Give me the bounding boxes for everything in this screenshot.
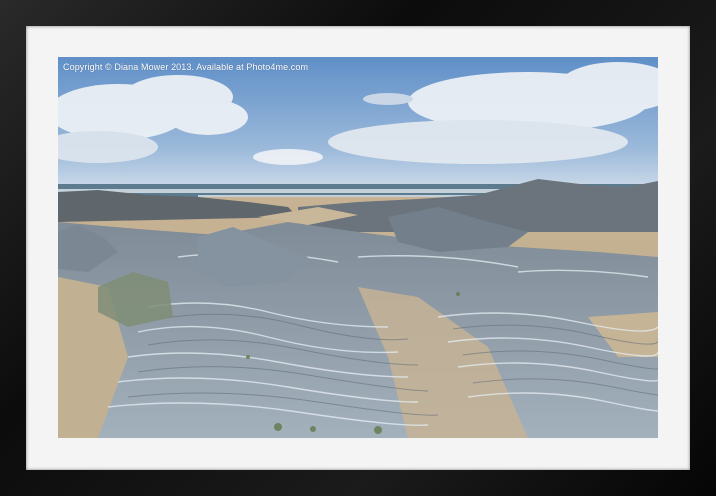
beach-rocks-scene — [58, 57, 658, 438]
copyright-watermark: Copyright © Diana Mower 2013. Available … — [63, 62, 309, 72]
framed-photo: Copyright © Diana Mower 2013. Available … — [58, 57, 658, 438]
